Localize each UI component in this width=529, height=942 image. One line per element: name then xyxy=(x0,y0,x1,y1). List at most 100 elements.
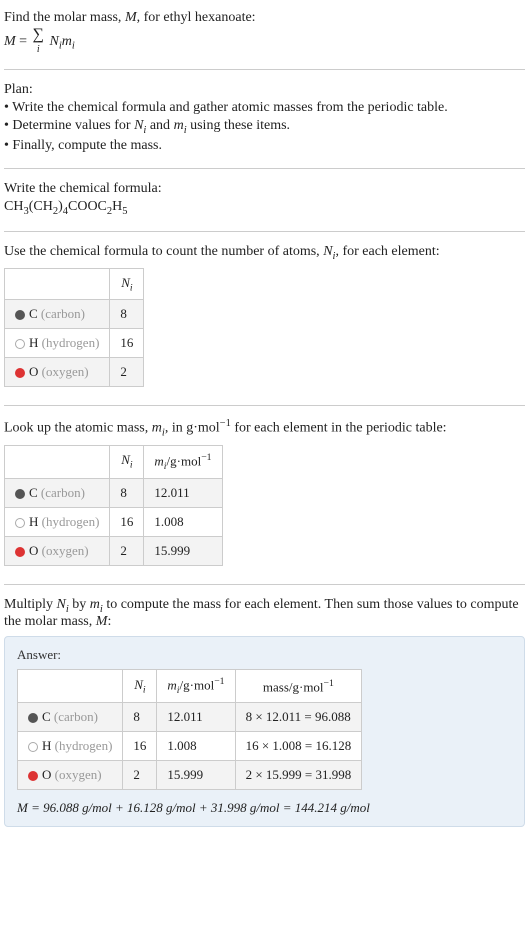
eq-m-sub: i xyxy=(72,41,75,52)
plan-title: Plan: xyxy=(4,82,525,98)
intro-equation: M = ∑i Nimi xyxy=(4,28,525,55)
elem-name: (carbon) xyxy=(51,709,98,724)
elem-sym: H xyxy=(29,514,38,529)
calc-value: 8 × 12.011 = 96.088 xyxy=(235,703,362,732)
m-value: 15.999 xyxy=(144,536,222,565)
calc-value: 2 × 15.999 = 31.998 xyxy=(235,761,362,790)
n-value: 8 xyxy=(110,478,144,507)
divider xyxy=(4,69,525,70)
table-row: C (carbon) 8 12.011 xyxy=(5,478,223,507)
divider xyxy=(4,584,525,585)
elem-cell: O (oxygen) xyxy=(18,761,123,790)
masses-section: Look up the atomic mass, mi, in g·mol−1 … xyxy=(4,414,525,575)
col-n-sym: N xyxy=(121,452,130,467)
col-n-sub: i xyxy=(143,685,146,696)
count-title: Use the chemical formula to count the nu… xyxy=(4,244,525,262)
divider xyxy=(4,231,525,232)
plan-b2-and: and xyxy=(146,118,173,133)
plan-bullet-1: • Write the chemical formula and gather … xyxy=(4,100,525,116)
n-value: 16 xyxy=(110,507,144,536)
table-header: Ni mi/g·mol−1 mass/g·mol−1 xyxy=(18,670,362,703)
plan-bullet-3: • Finally, compute the mass. xyxy=(4,138,525,154)
col-mass-exp: −1 xyxy=(324,678,334,689)
col-n-sym: N xyxy=(134,677,143,692)
eq-lhs: M xyxy=(4,34,16,49)
elem-name: (oxygen) xyxy=(38,543,88,558)
elem-cell: H (hydrogen) xyxy=(5,507,110,536)
n-value: 2 xyxy=(110,536,144,565)
table-row: O (oxygen) 2 xyxy=(5,358,144,387)
table-row: O (oxygen) 2 15.999 2 × 15.999 = 31.998 xyxy=(18,761,362,790)
elem-cell: H (hydrogen) xyxy=(18,732,123,761)
final-eq: = 96.088 g/mol + 16.128 g/mol + 31.998 g… xyxy=(28,800,370,815)
col-element xyxy=(5,445,110,478)
elem-name: (oxygen) xyxy=(51,767,101,782)
chem-title: Write the chemical formula: xyxy=(4,181,525,197)
m-value: 15.999 xyxy=(157,761,235,790)
elem-cell: O (oxygen) xyxy=(5,536,110,565)
chem-formula: CH3(CH2)4COOC2H5 xyxy=(4,199,525,217)
m-value: 1.008 xyxy=(144,507,222,536)
elem-sym: C xyxy=(29,485,38,500)
n-value: 16 xyxy=(123,732,157,761)
compute-m: m xyxy=(90,597,100,612)
intro-m: M xyxy=(125,10,137,25)
answer-box: Answer: Ni mi/g·mol−1 mass/g·mol−1 C (ca… xyxy=(4,636,525,827)
elem-name: (hydrogen) xyxy=(38,335,99,350)
table-row: H (hydrogen) 16 xyxy=(5,329,144,358)
sum-index: i xyxy=(37,44,40,55)
count-section: Use the chemical formula to count the nu… xyxy=(4,240,525,397)
masses-title-exp: −1 xyxy=(220,418,231,429)
compute-n: N xyxy=(57,597,66,612)
col-m-unit: /g·mol xyxy=(167,453,202,468)
final-M: M xyxy=(17,800,28,815)
plan-b2-a: • Determine values for xyxy=(4,118,134,133)
elem-cell: C (carbon) xyxy=(18,703,123,732)
elem-name: (hydrogen) xyxy=(51,738,112,753)
intro-text-b: , for ethyl hexanoate: xyxy=(137,10,256,25)
plan-b2-end: using these items. xyxy=(187,118,290,133)
masses-title-c: for each element in the periodic table: xyxy=(231,421,447,436)
n-value: 8 xyxy=(110,300,144,329)
m-value: 1.008 xyxy=(157,732,235,761)
intro-section: Find the molar mass, M, for ethyl hexano… xyxy=(4,4,525,61)
elem-cell: H (hydrogen) xyxy=(5,329,110,358)
elem-name: (carbon) xyxy=(38,306,85,321)
col-mass: mass/g·mol−1 xyxy=(235,670,362,703)
plan-b2-m: m xyxy=(174,118,184,133)
n-value: 2 xyxy=(110,358,144,387)
swatch-oxygen-icon xyxy=(15,368,25,378)
col-n-sub: i xyxy=(130,282,133,293)
elem-name: (hydrogen) xyxy=(38,514,99,529)
compute-text: Multiply Ni by mi to compute the mass fo… xyxy=(4,597,525,631)
swatch-oxygen-icon xyxy=(15,547,25,557)
sigma-icon: ∑ xyxy=(33,26,44,43)
m-value: 12.011 xyxy=(144,478,222,507)
elem-sym: C xyxy=(29,306,38,321)
masses-table: Ni mi/g·mol−1 C (carbon) 8 12.011 H (hyd… xyxy=(4,445,223,566)
intro-text-a: Find the molar mass, xyxy=(4,10,125,25)
col-n-sym: N xyxy=(121,275,130,290)
divider xyxy=(4,168,525,169)
elem-sym: O xyxy=(29,364,38,379)
intro-line: Find the molar mass, M, for ethyl hexano… xyxy=(4,10,525,26)
col-m: mi/g·mol−1 xyxy=(157,670,235,703)
elem-cell: O (oxygen) xyxy=(5,358,110,387)
chem-section: Write the chemical formula: CH3(CH2)4COO… xyxy=(4,177,525,223)
col-mass-label: mass/g·mol xyxy=(263,679,324,694)
answer-table: Ni mi/g·mol−1 mass/g·mol−1 C (carbon) 8 … xyxy=(17,669,362,790)
elem-cell: C (carbon) xyxy=(5,300,110,329)
eq-eq: = xyxy=(16,34,31,49)
col-n: Ni xyxy=(110,268,144,300)
col-element xyxy=(18,670,123,703)
eq-n: N xyxy=(49,34,58,49)
col-m-exp: −1 xyxy=(214,676,224,687)
table-row: C (carbon) 8 xyxy=(5,300,144,329)
swatch-hydrogen-icon xyxy=(15,518,25,528)
elem-name: (oxygen) xyxy=(38,364,88,379)
count-table: Ni C (carbon) 8 H (hydrogen) 16 O (oxyge… xyxy=(4,268,144,388)
swatch-hydrogen-icon xyxy=(28,742,38,752)
divider xyxy=(4,405,525,406)
masses-title-m: m xyxy=(152,421,162,436)
col-m-sym: m xyxy=(167,678,176,693)
